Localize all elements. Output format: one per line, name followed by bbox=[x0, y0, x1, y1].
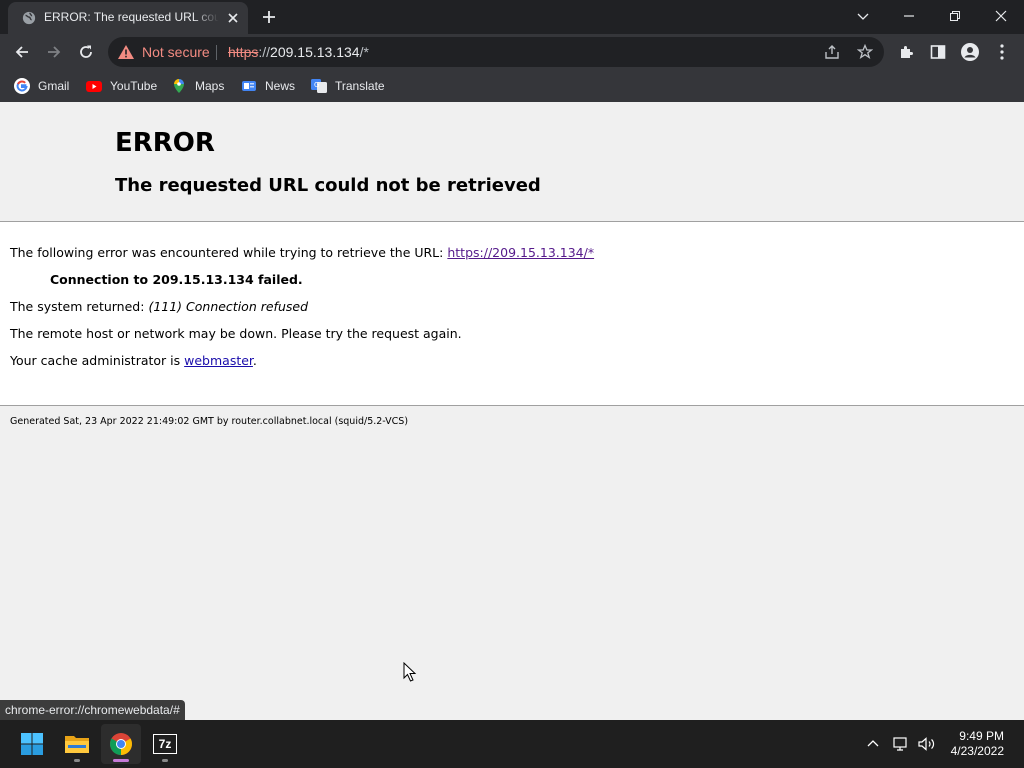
error-body: The following error was encountered whil… bbox=[0, 222, 1024, 406]
url-host: 209.15.13.134 bbox=[270, 44, 360, 60]
side-panel-icon bbox=[930, 45, 946, 59]
intro-line: The following error was encountered whil… bbox=[10, 245, 594, 260]
share-icon[interactable] bbox=[824, 44, 840, 60]
chevron-up-icon bbox=[867, 740, 879, 747]
close-window-button[interactable] bbox=[978, 0, 1024, 32]
bookmarks-bar: Gmail YouTube Maps News G Translate bbox=[0, 70, 1024, 102]
puzzle-icon bbox=[901, 46, 913, 58]
address-bar[interactable]: Not secure https://209.15.13.134/* bbox=[108, 37, 884, 67]
bookmark-label: Gmail bbox=[38, 79, 70, 93]
bookmark-gmail[interactable]: Gmail bbox=[14, 77, 69, 95]
close-tab-icon[interactable] bbox=[226, 11, 240, 25]
back-button[interactable] bbox=[12, 42, 32, 62]
youtube-icon bbox=[86, 81, 102, 92]
reload-button[interactable] bbox=[76, 42, 96, 62]
running-indicator bbox=[74, 759, 80, 762]
show-hidden-icons-button[interactable] bbox=[862, 720, 884, 768]
admin-line: Your cache administrator is webmaster. bbox=[10, 353, 257, 368]
folder-icon bbox=[65, 736, 89, 753]
minimize-icon bbox=[904, 15, 914, 17]
mouse-cursor-icon bbox=[403, 662, 417, 682]
bookmark-youtube[interactable]: YouTube bbox=[86, 77, 157, 95]
chevron-down-icon bbox=[857, 13, 869, 20]
clock-date: 4/23/2022 bbox=[950, 744, 1004, 758]
webmaster-link[interactable]: webmaster bbox=[184, 353, 253, 368]
arrow-right-icon bbox=[48, 46, 61, 58]
windows-start-icon bbox=[21, 733, 43, 755]
bookmark-maps[interactable]: Maps bbox=[171, 77, 224, 95]
clock-time: 9:49 PM bbox=[959, 729, 1004, 743]
restore-button[interactable] bbox=[932, 0, 978, 32]
admin-text: Your cache administrator is bbox=[10, 353, 181, 368]
remote-down-text: The remote host or network may be down. … bbox=[10, 326, 462, 341]
speaker-icon bbox=[918, 737, 935, 751]
forward-button[interactable] bbox=[44, 42, 64, 62]
warning-icon bbox=[118, 45, 134, 59]
status-bubble: chrome-error://chromewebdata/# bbox=[0, 700, 185, 720]
network-icon bbox=[893, 737, 907, 751]
kebab-menu-icon bbox=[1000, 44, 1004, 60]
profile-icon bbox=[961, 43, 979, 61]
system-clock[interactable]: 9:49 PM 4/23/2022 bbox=[951, 729, 1004, 759]
minimize-button[interactable] bbox=[886, 0, 932, 32]
maps-icon bbox=[174, 79, 184, 93]
restore-icon bbox=[950, 11, 960, 21]
translate-icon: G bbox=[311, 79, 327, 93]
network-status-button[interactable] bbox=[890, 720, 912, 768]
chrome-icon bbox=[110, 733, 132, 755]
star-icon[interactable] bbox=[857, 44, 873, 60]
generated-footer: Generated Sat, 23 Apr 2022 21:49:02 GMT … bbox=[10, 416, 409, 427]
new-tab-icon[interactable] bbox=[262, 10, 276, 24]
bookmark-news[interactable]: News bbox=[241, 77, 295, 95]
globe-icon bbox=[22, 11, 36, 25]
reload-icon bbox=[80, 45, 92, 58]
system-returned-line: The system returned: (111) Connection re… bbox=[10, 299, 308, 314]
admin-suffix: . bbox=[252, 353, 257, 368]
7zip-icon: 7z bbox=[153, 734, 177, 754]
url-separator: :// bbox=[258, 44, 271, 60]
taskbar-chrome[interactable] bbox=[101, 724, 141, 764]
browser-frame: ERROR: The requested URL could not be re… bbox=[0, 0, 1024, 102]
page-content: ERROR The requested URL could not be ret… bbox=[0, 102, 1024, 720]
start-button[interactable] bbox=[12, 724, 52, 764]
bookmark-label: Translate bbox=[335, 79, 385, 93]
extensions-button[interactable] bbox=[896, 42, 916, 62]
news-icon bbox=[242, 81, 256, 91]
page-subtitle: The requested URL could not be retrieved bbox=[115, 175, 541, 196]
page-title: ERROR bbox=[115, 128, 215, 158]
tab-title: ERROR: The requested URL could not be re… bbox=[44, 10, 219, 24]
bookmark-label: YouTube bbox=[110, 79, 158, 93]
system-returned-label: The system returned: bbox=[10, 299, 145, 314]
side-panel-button[interactable] bbox=[928, 42, 948, 62]
svg-text:G: G bbox=[314, 81, 319, 89]
tab-active[interactable]: ERROR: The requested URL could not be re… bbox=[8, 2, 248, 34]
requested-url-link[interactable]: https://209.15.13.134/* bbox=[447, 245, 594, 260]
google-icon bbox=[14, 78, 30, 94]
system-returned-value: (111) Connection refused bbox=[148, 299, 309, 314]
arrow-left-icon bbox=[15, 46, 28, 58]
taskbar-7zip[interactable]: 7z bbox=[145, 724, 185, 764]
menu-button[interactable] bbox=[992, 42, 1012, 62]
bookmark-label: News bbox=[265, 79, 296, 93]
taskbar-file-explorer[interactable] bbox=[57, 724, 97, 764]
intro-text: The following error was encountered whil… bbox=[10, 245, 444, 260]
bookmark-translate[interactable]: G Translate bbox=[311, 77, 385, 95]
failure-message: Connection to 209.15.13.134 failed. bbox=[50, 272, 303, 287]
profile-button[interactable] bbox=[960, 42, 980, 62]
active-indicator bbox=[113, 759, 129, 762]
url-path: /* bbox=[359, 44, 369, 60]
browser-toolbar: Not secure https://209.15.13.134/* bbox=[0, 34, 1024, 70]
taskbar: 7z 9:49 PM 4/23/2022 bbox=[0, 720, 1024, 768]
security-chip[interactable]: Not secure bbox=[142, 44, 210, 60]
url-scheme: https bbox=[228, 44, 259, 60]
omnibox-divider bbox=[216, 45, 217, 60]
url-text[interactable]: https://209.15.13.134/* bbox=[228, 44, 369, 60]
close-icon bbox=[995, 10, 1007, 22]
volume-button[interactable] bbox=[915, 720, 939, 768]
error-header: ERROR The requested URL could not be ret… bbox=[0, 102, 1024, 222]
bookmark-label: Maps bbox=[195, 79, 225, 93]
tab-search-button[interactable] bbox=[840, 0, 886, 32]
running-indicator bbox=[162, 759, 168, 762]
tab-strip: ERROR: The requested URL could not be re… bbox=[0, 0, 1024, 34]
